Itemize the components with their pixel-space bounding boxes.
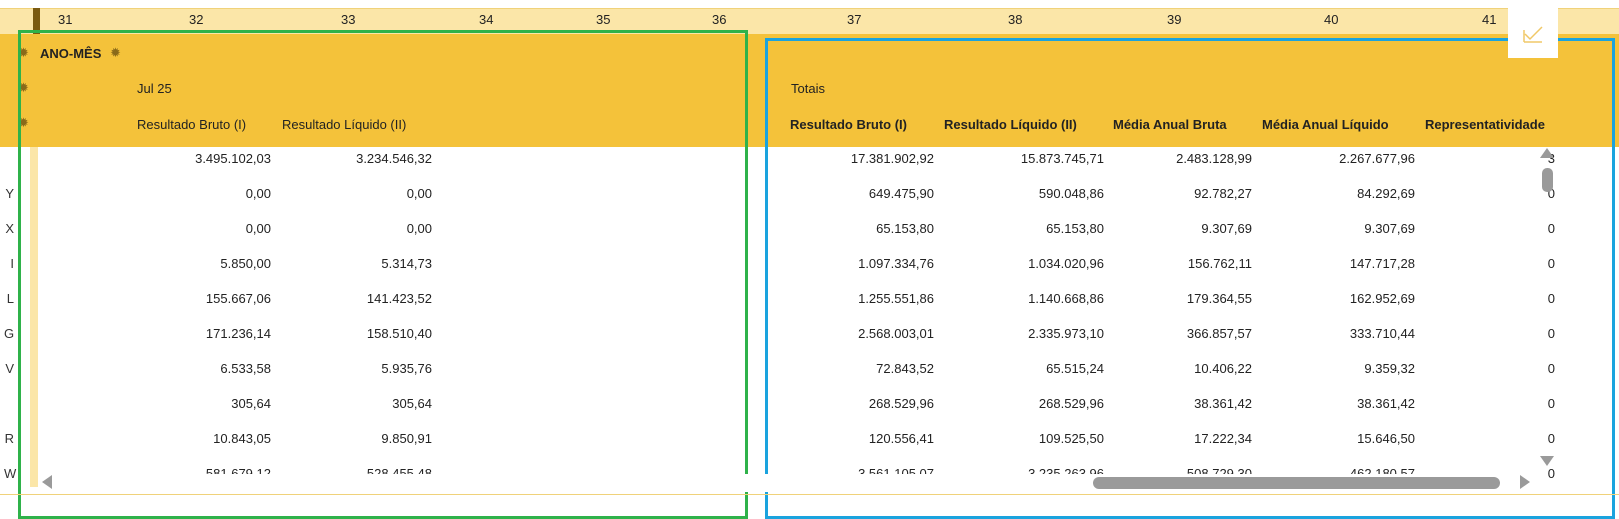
totals-highlight-box xyxy=(765,38,1615,519)
row-label: R xyxy=(4,431,14,446)
scroll-up-icon[interactable] xyxy=(1540,148,1554,158)
corner-button[interactable] xyxy=(1508,8,1558,58)
row-label: V xyxy=(5,361,14,376)
horizontal-scroll-thumb[interactable] xyxy=(1093,477,1500,489)
bottom-border xyxy=(0,494,1619,495)
ruler-number: 37 xyxy=(847,12,862,27)
vertical-scroll-thumb[interactable] xyxy=(1542,168,1553,192)
ruler-number: 35 xyxy=(596,12,611,27)
row-label: Y xyxy=(5,186,14,201)
row-label: L xyxy=(6,291,14,306)
row-label: W xyxy=(4,466,17,481)
ruler-number: 36 xyxy=(712,12,727,27)
scroll-right-icon[interactable] xyxy=(1520,475,1530,489)
scroll-down-icon[interactable] xyxy=(1540,456,1554,466)
ruler-number: 33 xyxy=(341,12,356,27)
check-corner-icon xyxy=(1523,26,1543,43)
ruler-number: 38 xyxy=(1008,12,1023,27)
ruler-number: 39 xyxy=(1167,12,1182,27)
scroll-left-icon[interactable] xyxy=(42,475,52,489)
ruler-number: 34 xyxy=(479,12,494,27)
period-highlight-box xyxy=(18,30,748,519)
ruler-number: 31 xyxy=(58,12,73,27)
row-label: I xyxy=(10,256,14,271)
row-label: X xyxy=(5,221,14,236)
ruler-number: 40 xyxy=(1324,12,1339,27)
ruler-number: 32 xyxy=(189,12,204,27)
row-label: G xyxy=(4,326,15,341)
